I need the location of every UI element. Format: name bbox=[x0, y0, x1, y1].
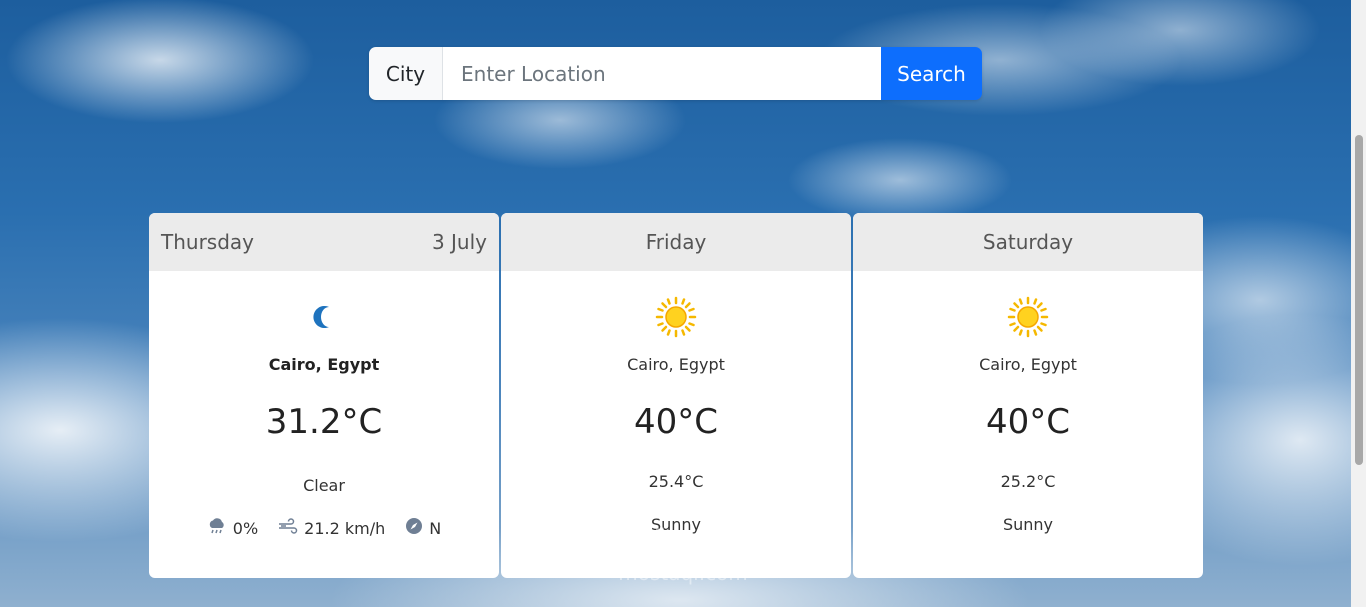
wind-speed: 21.2 km/h bbox=[278, 518, 385, 538]
card-header: Friday bbox=[501, 213, 851, 271]
day-name: Thursday bbox=[161, 230, 254, 254]
sun-icon bbox=[1007, 295, 1049, 339]
rain-cloud-icon bbox=[207, 517, 227, 539]
scrollbar-thumb[interactable] bbox=[1355, 135, 1363, 465]
condition: Clear bbox=[303, 476, 345, 495]
direction-value: N bbox=[429, 518, 442, 538]
watermark-logo: مستقل bbox=[609, 517, 757, 563]
temperature: 31.2°C bbox=[265, 402, 383, 442]
day-name: Friday bbox=[645, 230, 707, 254]
location-search-input[interactable] bbox=[443, 47, 881, 100]
date-label: 3 July bbox=[431, 230, 487, 254]
watermark-site: mostaql.com bbox=[618, 561, 748, 585]
day-name: Saturday bbox=[982, 230, 1074, 254]
wind-icon bbox=[278, 518, 298, 538]
min-temperature: 25.2°C bbox=[1000, 472, 1056, 491]
search-button[interactable]: Search bbox=[881, 47, 982, 100]
card-body: Cairo, Egypt 31.2°C Clear 0% 21.2 km/h N bbox=[149, 271, 499, 539]
location-label: Cairo, Egypt bbox=[627, 355, 725, 374]
min-temperature: 25.4°C bbox=[648, 472, 704, 491]
wind-direction: N bbox=[405, 517, 441, 539]
crescent-moon-icon bbox=[310, 295, 338, 339]
city-label: City bbox=[369, 47, 443, 100]
wind-value: 21.2 km/h bbox=[304, 518, 386, 538]
rain-value: 0% bbox=[232, 518, 259, 538]
watermark: مستقل mostaql.com bbox=[598, 518, 768, 596]
condition: Sunny bbox=[1002, 515, 1054, 534]
compass-icon bbox=[405, 517, 423, 539]
card-body: Cairo, Egypt 40°C 25.2°C Sunny bbox=[853, 271, 1203, 534]
temperature: 40°C bbox=[633, 402, 718, 442]
temperature: 40°C bbox=[985, 402, 1070, 442]
card-header: Saturday bbox=[853, 213, 1203, 271]
forecast-card-today: Thursday 3 July Cairo, Egypt 31.2°C Clea… bbox=[149, 213, 499, 578]
location-label: Cairo, Egypt bbox=[268, 355, 380, 374]
card-header: Thursday 3 July bbox=[149, 213, 499, 271]
weather-details: 0% 21.2 km/h N bbox=[207, 517, 441, 539]
forecast-card-day-after: Saturday Cairo, Egypt 40°C 25.2°C Sunny bbox=[853, 213, 1203, 578]
rain-chance: 0% bbox=[207, 517, 258, 539]
search-bar: City Search bbox=[369, 47, 982, 100]
card-body: Cairo, Egypt 40°C 25.4°C Sunny bbox=[501, 271, 851, 534]
page-scrollbar[interactable] bbox=[1351, 0, 1366, 607]
location-label: Cairo, Egypt bbox=[979, 355, 1077, 374]
sun-icon bbox=[655, 295, 697, 339]
